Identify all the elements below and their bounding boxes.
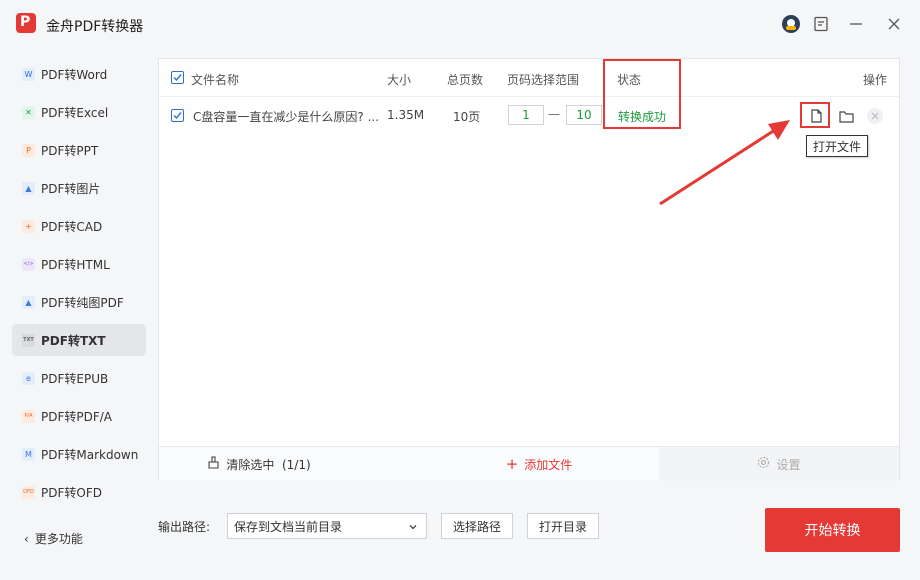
sidebar-item[interactable]: + PDF转CAD	[12, 210, 146, 242]
column-header-range: 页码选择范围	[507, 73, 580, 87]
sidebar-item[interactable]: M PDF转Markdown	[12, 438, 146, 470]
choose-path-button[interactable]: 选择路径	[441, 513, 513, 539]
column-header-pages: 总页数	[447, 73, 484, 87]
app-logo-icon: P	[16, 13, 36, 33]
column-header-actions: 操作	[863, 73, 888, 87]
sidebar-item[interactable]: ✕ PDF转Excel	[12, 96, 146, 128]
more-features-link[interactable]: ‹ 更多功能	[24, 530, 83, 547]
open-file-highlight	[800, 102, 830, 128]
sidebar-item[interactable]: OFD PDF转OFD	[12, 476, 146, 508]
open-file-tooltip: 打开文件	[806, 135, 869, 157]
title-bar: P 金舟PDF转换器	[0, 0, 920, 50]
remove-file-icon[interactable]	[867, 108, 883, 124]
gear-icon	[757, 456, 770, 472]
sidebar-item[interactable]: TXT PDF转TXT	[12, 324, 146, 356]
sidebar-item[interactable]: P PDF转PPT	[12, 134, 146, 166]
output-path-value: 保存到文档当前目录	[234, 519, 343, 534]
cad-icon: +	[22, 219, 35, 233]
pdfa-icon: P/A	[22, 409, 35, 423]
panel-bottom-bar: 清除选中 (1/1) + 添加文件 设置	[159, 446, 899, 481]
sidebar-item[interactable]: P/A PDF转PDF/A	[12, 400, 146, 432]
file-name: C盘容量一直在减少是什么原因? ...	[193, 110, 380, 124]
broom-icon	[207, 456, 220, 472]
sidebar-item-label: PDF转纯图PDF	[41, 295, 124, 310]
sidebar-item-label: PDF转EPUB	[41, 371, 109, 386]
pure-image-pdf-icon: ▲	[22, 295, 35, 309]
sidebar-item[interactable]: </> PDF转HTML	[12, 248, 146, 280]
output-path-label: 输出路径:	[158, 520, 211, 534]
annotation-arrow	[659, 120, 790, 206]
app-title: 金舟PDF转换器	[46, 19, 144, 35]
start-conversion-button[interactable]: 开始转换	[765, 508, 900, 552]
sidebar-item-label: PDF转图片	[41, 181, 101, 196]
sidebar-item-label: PDF转CAD	[41, 219, 103, 234]
plus-icon: +	[505, 454, 519, 473]
page-range-dash: —	[548, 107, 560, 121]
select-all-checkbox[interactable]	[171, 71, 184, 84]
minimize-icon[interactable]	[846, 14, 866, 34]
column-header-name: 文件名称	[191, 73, 240, 87]
word-icon: W	[22, 67, 35, 81]
more-features-label: 更多功能	[34, 532, 83, 546]
close-icon[interactable]	[884, 14, 904, 34]
open-folder-icon[interactable]	[837, 107, 855, 125]
clear-selected-button[interactable]: 清除选中 (1/1)	[159, 447, 359, 481]
settings-label: 设置	[776, 457, 801, 472]
add-file-button[interactable]: + 添加文件	[439, 447, 639, 481]
column-header-size: 大小	[387, 73, 412, 87]
image-icon: ▲	[22, 181, 35, 195]
sidebar-item[interactable]: e PDF转EPUB	[12, 362, 146, 394]
sidebar-item-label: PDF转Word	[41, 67, 108, 82]
markdown-icon: M	[22, 447, 35, 461]
ppt-icon: P	[22, 143, 35, 157]
open-directory-button[interactable]: 打开目录	[527, 513, 599, 539]
sidebar-item-label: PDF转PPT	[41, 143, 99, 158]
excel-icon: ✕	[22, 105, 35, 119]
page-range-from-input[interactable]: 1	[508, 105, 544, 125]
sidebar-item-label: PDF转OFD	[41, 485, 102, 500]
file-size: 1.35M	[387, 108, 425, 122]
user-avatar-icon[interactable]	[781, 14, 801, 34]
output-path-select[interactable]: 保存到文档当前目录	[227, 513, 427, 539]
chevron-left-icon: ‹	[24, 531, 29, 546]
epub-icon: e	[22, 371, 35, 385]
sidebar-item-label: PDF转Markdown	[41, 447, 139, 462]
sidebar-item[interactable]: ▲ PDF转图片	[12, 172, 146, 204]
ofd-icon: OFD	[22, 485, 35, 499]
sidebar-item[interactable]: W PDF转Word	[12, 58, 146, 90]
feedback-icon[interactable]	[811, 14, 831, 34]
row-checkbox[interactable]	[171, 109, 184, 122]
file-pages: 10页	[453, 110, 481, 124]
table-header: 文件名称 大小 总页数 页码选择范围 状态 操作	[159, 59, 899, 97]
page-range-to-input[interactable]: 10	[566, 105, 602, 125]
sidebar-item-label: PDF转PDF/A	[41, 409, 113, 424]
clear-selected-label: 清除选中 (1/1)	[226, 457, 311, 472]
sidebar-item[interactable]: ▲ PDF转纯图PDF	[12, 286, 146, 318]
sidebar-item-label: PDF转TXT	[41, 333, 106, 348]
chevron-down-icon	[408, 521, 418, 535]
add-file-label: 添加文件	[524, 457, 573, 472]
settings-button[interactable]: 设置	[659, 447, 899, 481]
sidebar-item-label: PDF转HTML	[41, 257, 110, 272]
txt-icon: TXT	[22, 333, 35, 347]
html-icon: </>	[22, 257, 35, 271]
sidebar-item-label: PDF转Excel	[41, 105, 109, 120]
